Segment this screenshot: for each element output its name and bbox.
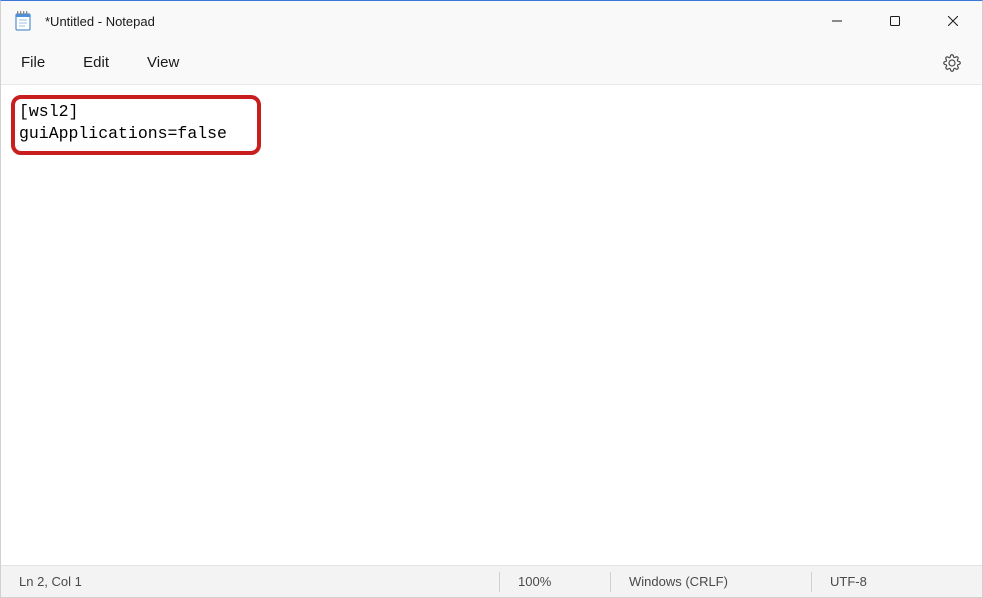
window-controls [808,1,982,41]
text-editor[interactable]: [wsl2] guiApplications=false [19,101,982,145]
menu-edit[interactable]: Edit [71,48,121,77]
titlebar: *Untitled - Notepad [1,1,982,41]
statusbar: Ln 2, Col 1 100% Windows (CRLF) UTF-8 [1,565,982,597]
window-title: *Untitled - Notepad [45,14,808,29]
menu-file[interactable]: File [9,48,57,77]
status-zoom[interactable]: 100% [500,566,610,597]
status-encoding: UTF-8 [812,566,932,597]
close-button[interactable] [924,1,982,41]
menu-view[interactable]: View [135,48,191,77]
notepad-icon [15,11,31,31]
gear-icon [943,54,961,72]
status-position: Ln 2, Col 1 [1,566,499,597]
status-line-ending: Windows (CRLF) [611,566,811,597]
menubar: File Edit View [1,41,982,85]
minimize-button[interactable] [808,1,866,41]
maximize-button[interactable] [866,1,924,41]
editor-area[interactable]: [wsl2] guiApplications=false [1,85,982,565]
settings-button[interactable] [934,45,970,81]
